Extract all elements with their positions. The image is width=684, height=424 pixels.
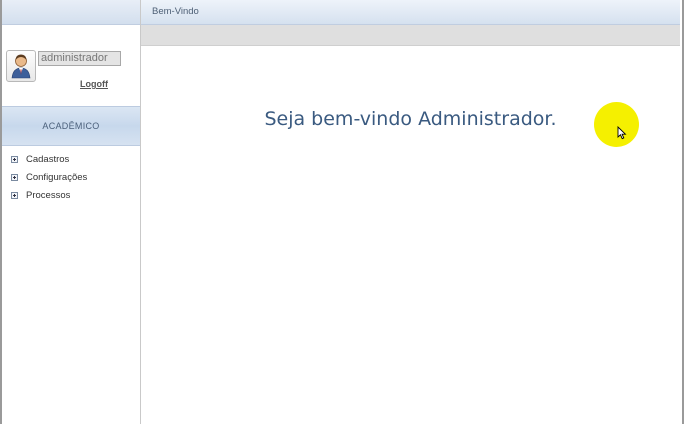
sidebar-menu: Cadastros Configurações Processos (2, 151, 140, 205)
sidebar-item-processos[interactable]: Processos (2, 187, 140, 205)
user-panel: administrador Logoff (2, 47, 140, 103)
sidebar-item-label: Cadastros (26, 154, 70, 165)
sidebar-item-configuracoes[interactable]: Configurações (2, 169, 140, 187)
main-content: Seja bem-vindo Administrador. (141, 46, 680, 424)
section-academico-header[interactable]: ACADÊMICO (2, 106, 140, 146)
sidebar-item-label: Processos (26, 190, 71, 201)
sidebar-header (2, 0, 140, 25)
sidebar-item-cadastros[interactable]: Cadastros (2, 151, 140, 169)
toolbar (141, 25, 680, 46)
expand-plus-icon[interactable] (11, 192, 18, 199)
tab-bar: Bem-Vindo (141, 0, 680, 25)
username-field[interactable]: administrador (38, 51, 121, 66)
user-avatar-icon (6, 50, 36, 82)
sidebar-item-label: Configurações (26, 172, 88, 183)
sidebar: administrador Logoff ACADÊMICO Cadastros… (2, 0, 141, 424)
expand-plus-icon[interactable] (11, 156, 18, 163)
tab-bem-vindo[interactable]: Bem-Vindo (152, 6, 199, 17)
logoff-link[interactable]: Logoff (80, 79, 108, 89)
expand-plus-icon[interactable] (11, 174, 18, 181)
mouse-cursor-icon (617, 125, 627, 144)
